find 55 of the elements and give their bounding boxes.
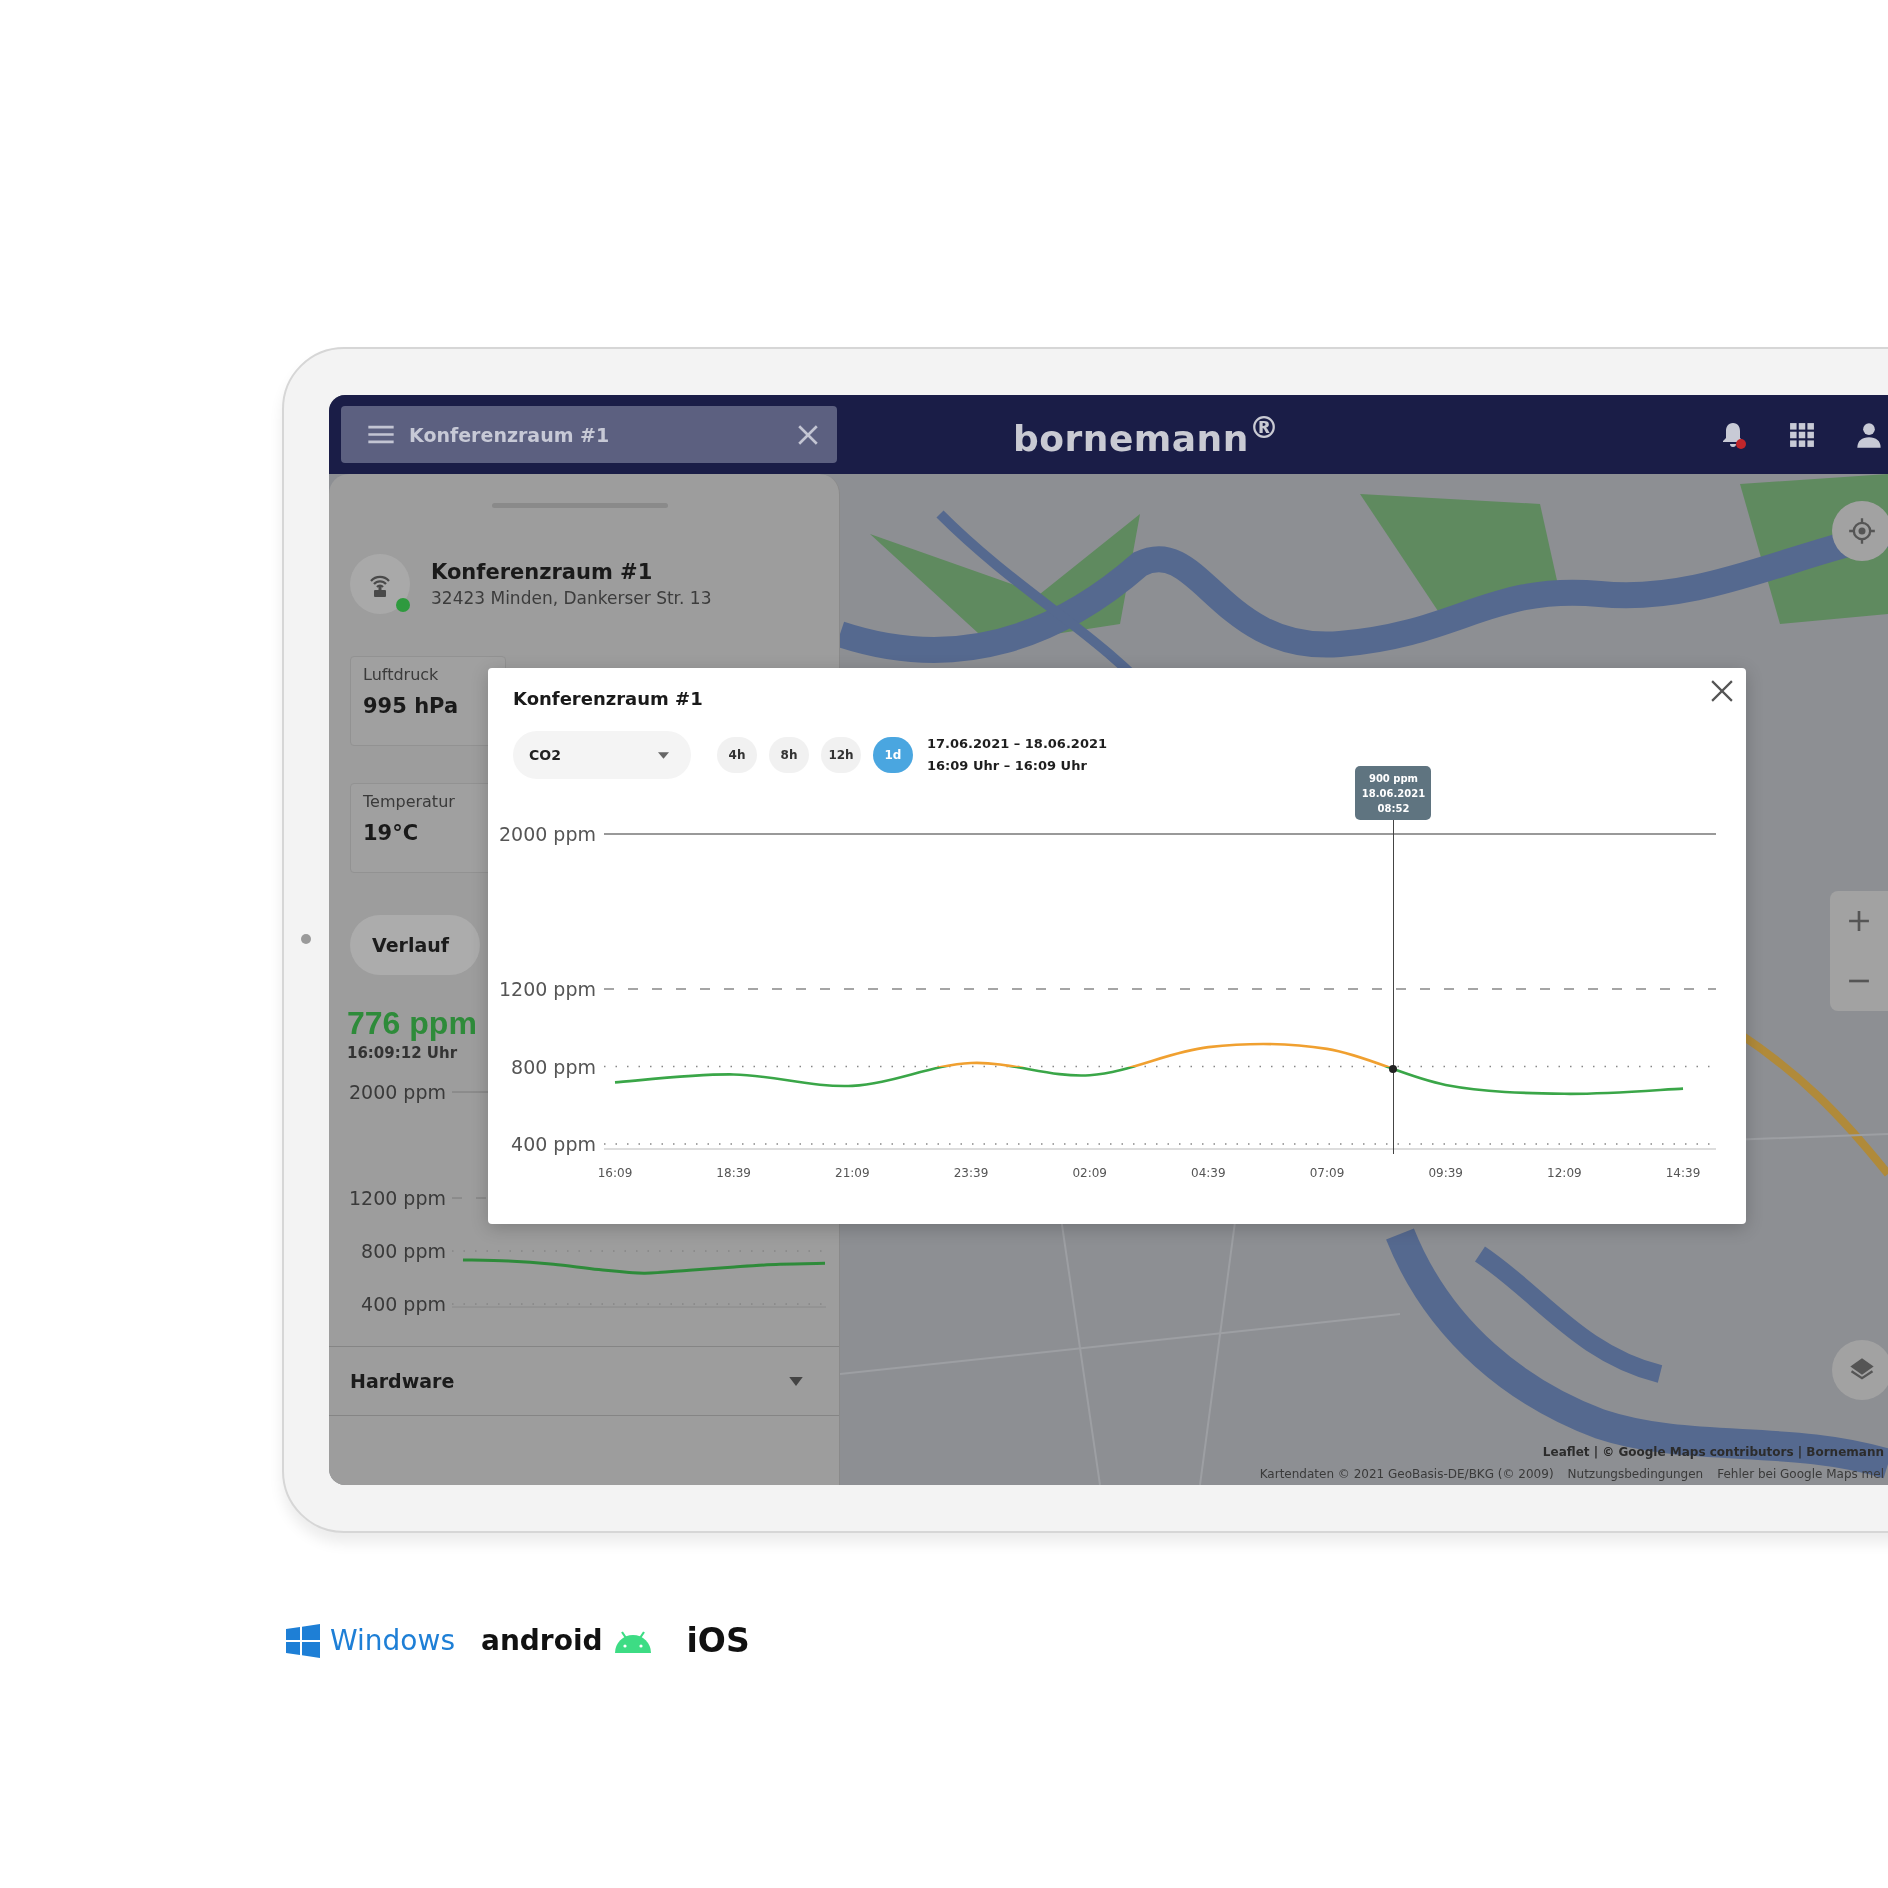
chart-tooltip: 900 ppm 18.06.2021 08:52	[1355, 766, 1432, 820]
close-icon[interactable]	[1711, 680, 1733, 702]
section-title: Hardware	[350, 1370, 455, 1392]
crosshair-icon	[1848, 517, 1876, 545]
axis-label: 12:09	[1547, 1166, 1582, 1180]
zoom-in-icon[interactable]	[1848, 910, 1870, 932]
axis-label: 21:09	[835, 1166, 870, 1180]
menu-icon[interactable]	[368, 425, 394, 444]
apps-grid-icon[interactable]	[1789, 421, 1815, 448]
brand-logo: bornemann$^{®}$	[1013, 410, 1280, 459]
metric-dropdown[interactable]: CO2	[513, 731, 691, 779]
map-footer-link[interactable]: Fehler bei Google Maps mel	[1717, 1467, 1884, 1481]
map-attribution: Leaflet | © Google Maps contributors | Bornemann	[1542, 1445, 1884, 1459]
axis-label: 400 ppm	[361, 1293, 446, 1315]
range-button[interactable]: 4h	[717, 737, 757, 773]
axis-label: 14:39	[1665, 1166, 1701, 1180]
axis-label: 02:09	[1072, 1166, 1107, 1180]
user-icon[interactable]	[1855, 420, 1883, 449]
axis-label: 800 ppm	[361, 1240, 446, 1262]
current-reading: 776 ppm	[347, 1005, 477, 1042]
time-range: 16:09 Uhr – 16:09 Uhr	[927, 757, 1088, 775]
axis-label: 400 ppm	[511, 1133, 596, 1155]
axis-label: 800 ppm	[511, 1055, 596, 1078]
device-title: Konferenzraum #1	[431, 560, 654, 584]
axis-label: 18:39	[716, 1166, 751, 1180]
metric-label: Temperatur	[363, 792, 456, 811]
axis-label: 07:09	[1309, 1166, 1345, 1180]
date-range: 17.06.2021 – 18.06.2021	[927, 735, 1108, 753]
axis-label: 23:39	[953, 1166, 989, 1180]
search-field[interactable]: Konferenzraum #1	[341, 406, 837, 463]
axis-label: 1200 ppm	[498, 978, 596, 1000]
axis-label: 04:39	[1191, 1166, 1226, 1180]
device-address: 32423 Minden, Dankerser Str. 13	[431, 588, 712, 608]
axis-label: 1200 ppm	[348, 1187, 446, 1209]
axis-label: 2000 ppm	[348, 1081, 446, 1103]
map-footer-link[interactable]: Nutzungsbedingungen	[1567, 1467, 1704, 1481]
reading-time: 16:09:12 Uhr	[347, 1044, 458, 1062]
map-footer-link[interactable]: Kartendaten © 2021 GeoBasis-DE/BKG (© 2009)	[1259, 1467, 1554, 1481]
axis-label: 2000 ppm	[498, 823, 596, 845]
dialog-title: Konferenzraum #1	[513, 688, 703, 709]
camera-dot	[301, 934, 311, 944]
platform-name: iOS	[686, 1621, 750, 1660]
windows-logo-icon	[286, 1623, 320, 1658]
metric-value: 995 hPa	[363, 694, 460, 718]
metric-label: Luftdruck	[363, 665, 440, 684]
caret-icon	[658, 751, 669, 759]
range-button[interactable]: 8h	[769, 737, 809, 773]
tab[interactable]: Verlauf	[350, 915, 480, 975]
range-button[interactable]: 12h	[821, 737, 861, 773]
platform-name: Windows	[330, 1624, 455, 1657]
axis-label: 09:39	[1428, 1166, 1463, 1180]
metric-value: 19°C	[363, 821, 420, 845]
platform-name: android	[481, 1624, 603, 1657]
accordion-header[interactable]: Hardware	[329, 1346, 839, 1416]
axis-label: 16:09	[597, 1166, 633, 1180]
